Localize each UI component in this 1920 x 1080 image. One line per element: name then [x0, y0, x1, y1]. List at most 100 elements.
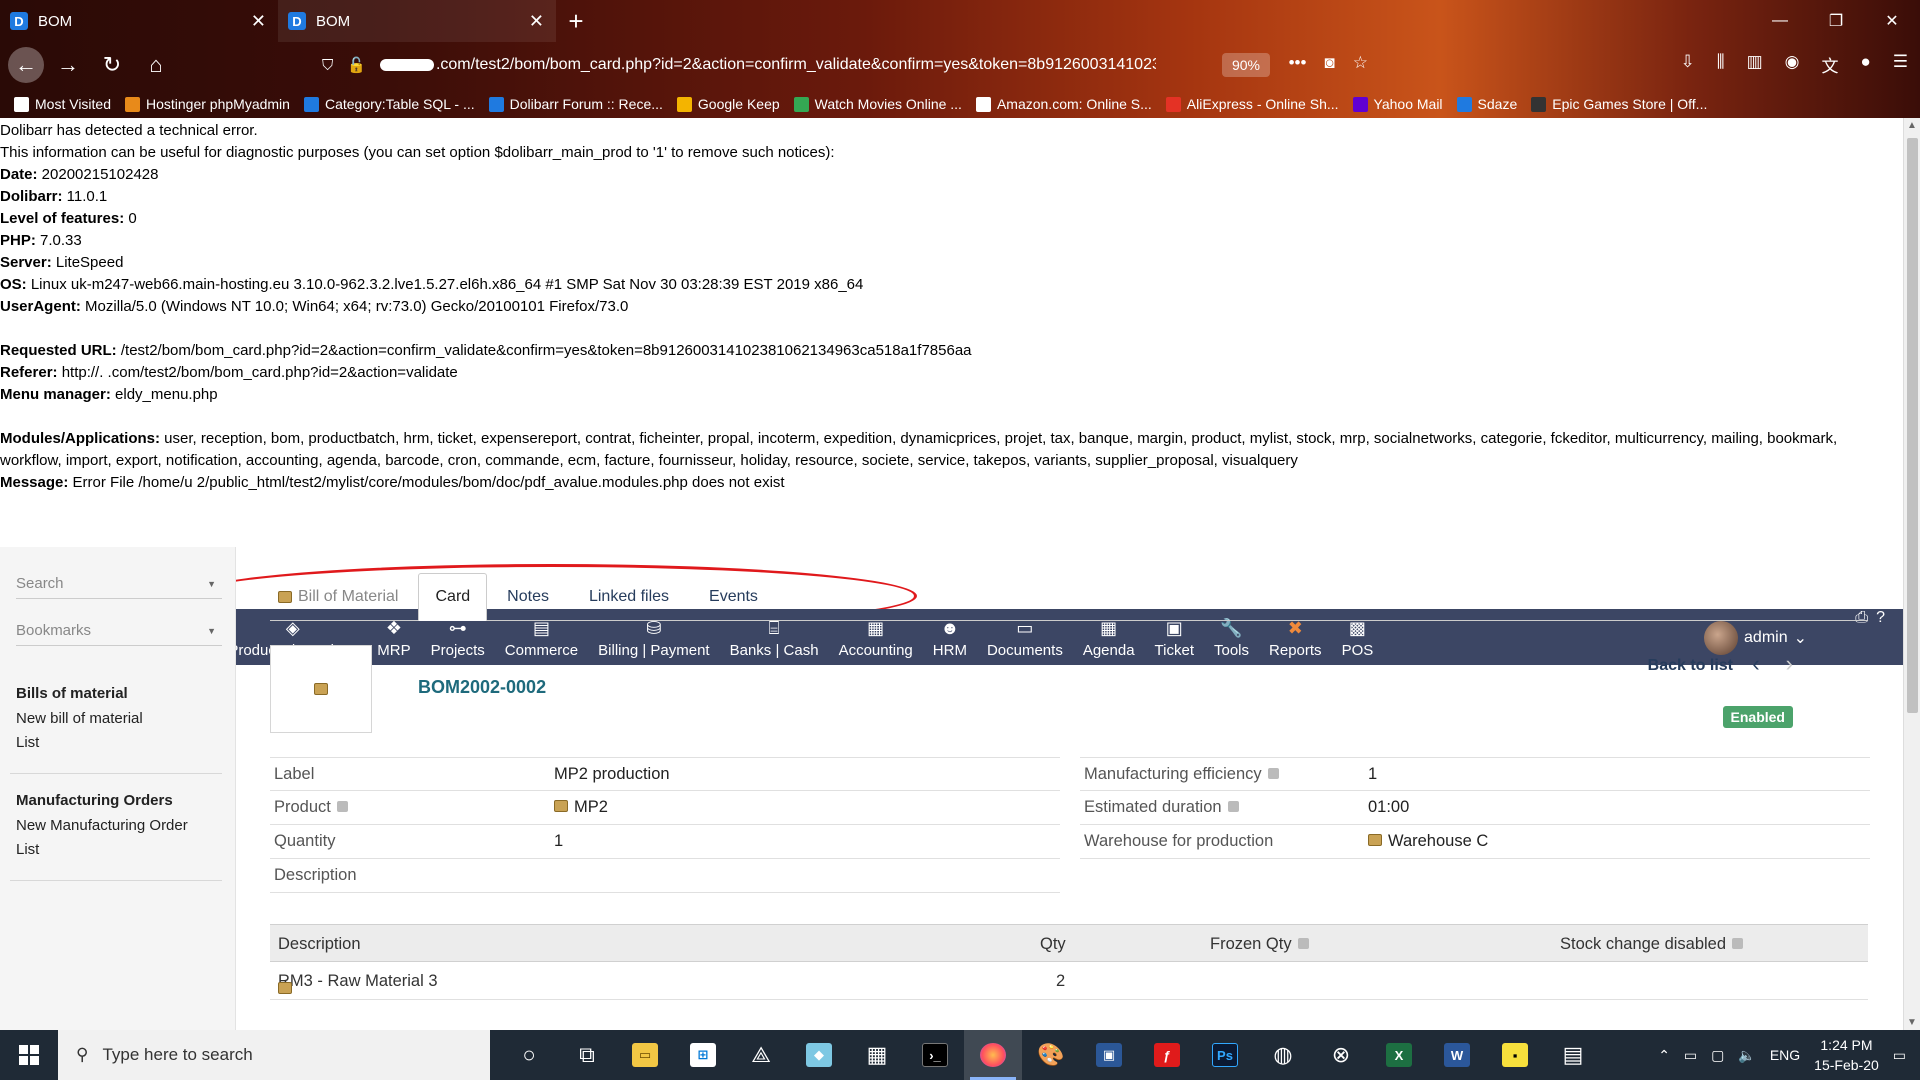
bom-lines-table: Description Qty Frozen Qty Stock change … — [270, 924, 1868, 1000]
scrollbar-thumb[interactable] — [1907, 138, 1918, 713]
account-icon[interactable]: ● — [1860, 52, 1870, 77]
photoshop-icon[interactable]: Ps — [1196, 1030, 1254, 1080]
sticky-notes-icon[interactable]: ▪ — [1486, 1030, 1544, 1080]
field-value[interactable]: MP2 — [554, 798, 608, 817]
error-date: Date: 20200215102428 — [0, 166, 159, 183]
warehouse-icon — [1368, 834, 1382, 846]
bookmark-label: Dolibarr Forum :: Rece... — [509, 96, 663, 112]
bookmark-item[interactable]: Dolibarr Forum :: Rece... — [488, 96, 663, 112]
line-description[interactable]: RM3 - Raw Material 3 — [278, 972, 438, 994]
url-bar[interactable]: ⛉ 🔓 .com/test2/bom/bom_card.php?id=2&act… — [310, 47, 1380, 83]
bookmark-item[interactable]: Category:Table SQL - ... — [303, 96, 475, 112]
library-icon[interactable]: ⫼ — [1717, 52, 1725, 77]
task-view-icon[interactable]: ⧉ — [558, 1030, 616, 1080]
app-window-icon[interactable]: ▤ — [1544, 1030, 1602, 1080]
flash-icon[interactable]: ƒ — [1138, 1030, 1196, 1080]
tab-linked-files[interactable]: Linked files — [569, 588, 689, 620]
ublock-icon[interactable]: ◉ — [1785, 52, 1800, 77]
left-menu: Search ▼ Bookmarks ▼ Bills of material New… — [0, 547, 236, 1030]
menu-new-bom[interactable]: New bill of material — [16, 710, 222, 727]
reload-icon[interactable]: ↻ — [92, 48, 132, 82]
notifications-icon[interactable]: ▭ — [1893, 1047, 1906, 1064]
app-icon[interactable]: ◆ — [790, 1030, 848, 1080]
close-tab-icon[interactable]: ✕ — [529, 11, 544, 32]
bookmark-item[interactable]: Epic Games Store | Off... — [1531, 96, 1707, 112]
search-select[interactable]: Search ▼ — [16, 575, 222, 599]
file-explorer-icon[interactable]: ▭ — [616, 1030, 674, 1080]
remote-icon[interactable]: ▣ — [1080, 1030, 1138, 1080]
store-icon[interactable]: ⊞ — [674, 1030, 732, 1080]
back-arrow-icon[interactable]: ← — [8, 47, 44, 83]
scroll-down-icon[interactable]: ▼ — [1907, 1017, 1917, 1028]
pocket-icon[interactable]: ◙ — [1324, 53, 1334, 73]
calculator-icon[interactable]: ▦ — [848, 1030, 906, 1080]
divider — [10, 880, 222, 881]
bookmarks-select[interactable]: Bookmarks ▼ — [16, 622, 222, 646]
browser-tab-2[interactable]: D BOM ✕ — [278, 0, 556, 42]
restore-icon[interactable]: ❐ — [1808, 0, 1864, 42]
battery-icon[interactable]: ▭ — [1684, 1047, 1697, 1064]
sidebar-icon[interactable]: ▥ — [1747, 52, 1763, 77]
excel-icon[interactable]: X — [1370, 1030, 1428, 1080]
zoom-level[interactable]: 90% — [1221, 53, 1270, 77]
menu-manufacturing-orders[interactable]: Manufacturing Orders — [16, 792, 222, 809]
cortana-icon[interactable]: ○ — [500, 1030, 558, 1080]
page-content: Dolibarr has detected a technical error.… — [0, 118, 1903, 1030]
paint-icon[interactable]: 🎨 — [1022, 1030, 1080, 1080]
system-tray: ⌃ ▭ ▢ 🔈 ENG 1:24 PM 15-Feb-20 ▭ — [1658, 1030, 1920, 1080]
menu-icon[interactable]: ☰ — [1893, 52, 1908, 77]
previous-icon[interactable]: ‹ — [1752, 651, 1759, 677]
scroll-up-icon[interactable]: ▲ — [1907, 120, 1917, 131]
tab-bill-of-material[interactable]: Bill of Material — [270, 588, 418, 620]
downloads-icon[interactable]: ⇩ — [1680, 52, 1694, 77]
forward-arrow-icon[interactable]: → — [48, 48, 88, 82]
bookmark-item[interactable]: Most Visited — [14, 96, 111, 112]
start-button[interactable] — [0, 1030, 58, 1080]
shield-icon[interactable]: ⛉ — [322, 57, 333, 74]
word-icon[interactable]: W — [1428, 1030, 1486, 1080]
language-indicator[interactable]: ENG — [1770, 1047, 1800, 1063]
insecure-lock-icon[interactable]: 🔓 — [347, 56, 366, 74]
tab-card[interactable]: Card — [418, 573, 488, 621]
more-icon[interactable]: ••• — [1289, 53, 1307, 73]
bookmark-item[interactable]: Yahoo Mail — [1352, 96, 1443, 112]
taskbar-search[interactable]: ⚲ Type here to search — [58, 1030, 490, 1080]
menu-bom-list[interactable]: List — [16, 734, 222, 751]
bookmark-item[interactable]: Hostinger phpMyadmin — [125, 96, 290, 112]
tab-events[interactable]: Events — [689, 588, 778, 620]
xbox-icon[interactable]: ⊗ — [1312, 1030, 1370, 1080]
error-report: Dolibarr has detected a technical error.… — [0, 120, 1900, 494]
minimize-icon[interactable]: — — [1752, 0, 1808, 42]
firefox-icon[interactable] — [964, 1030, 1022, 1080]
davinci-icon[interactable]: ◍ — [1254, 1030, 1312, 1080]
bookmark-item[interactable]: Watch Movies Online ... — [793, 96, 962, 112]
back-to-list-link[interactable]: Back to list — [1648, 657, 1733, 675]
tray-chevron-icon[interactable]: ⌃ — [1658, 1047, 1670, 1064]
field-value[interactable]: Warehouse C — [1368, 832, 1488, 851]
close-window-icon[interactable]: ✕ — [1864, 0, 1920, 42]
translate-icon[interactable]: 文 — [1821, 52, 1838, 77]
clock[interactable]: 1:24 PM 15-Feb-20 — [1814, 1035, 1879, 1075]
menu-new-mo[interactable]: New Manufacturing Order — [16, 817, 222, 834]
bookmark-item[interactable]: Google Keep — [676, 96, 780, 112]
close-tab-icon[interactable]: ✕ — [251, 11, 266, 32]
terminal-icon[interactable]: ›_ — [906, 1030, 964, 1080]
home-icon[interactable]: ⌂ — [136, 48, 176, 82]
volume-icon[interactable]: 🔈 — [1738, 1047, 1755, 1064]
bookmark-item[interactable]: Sdaze — [1456, 96, 1517, 112]
browser-tab-1[interactable]: D BOM ✕ — [0, 0, 278, 42]
bookmark-item[interactable]: Amazon.com: Online S... — [975, 96, 1152, 112]
star-icon[interactable]: ☆ — [1353, 53, 1368, 73]
menu-bills-of-material[interactable]: Bills of material — [16, 685, 222, 702]
error-level: Level of features: 0 — [0, 210, 137, 227]
tab-notes[interactable]: Notes — [487, 588, 569, 620]
error-os: OS: Linux uk-m247-web66.main-hosting.eu … — [0, 276, 864, 293]
predator-icon[interactable]: ⟁ — [732, 1030, 790, 1080]
network-icon[interactable]: ▢ — [1711, 1047, 1724, 1064]
bookmark-item[interactable]: AliExpress - Online Sh... — [1165, 96, 1339, 112]
menu-mo-list[interactable]: List — [16, 841, 222, 858]
vertical-scrollbar[interactable]: ▲ ▼ — [1903, 118, 1920, 1030]
new-tab-icon[interactable]: + — [556, 0, 596, 42]
next-icon: › — [1785, 651, 1793, 676]
